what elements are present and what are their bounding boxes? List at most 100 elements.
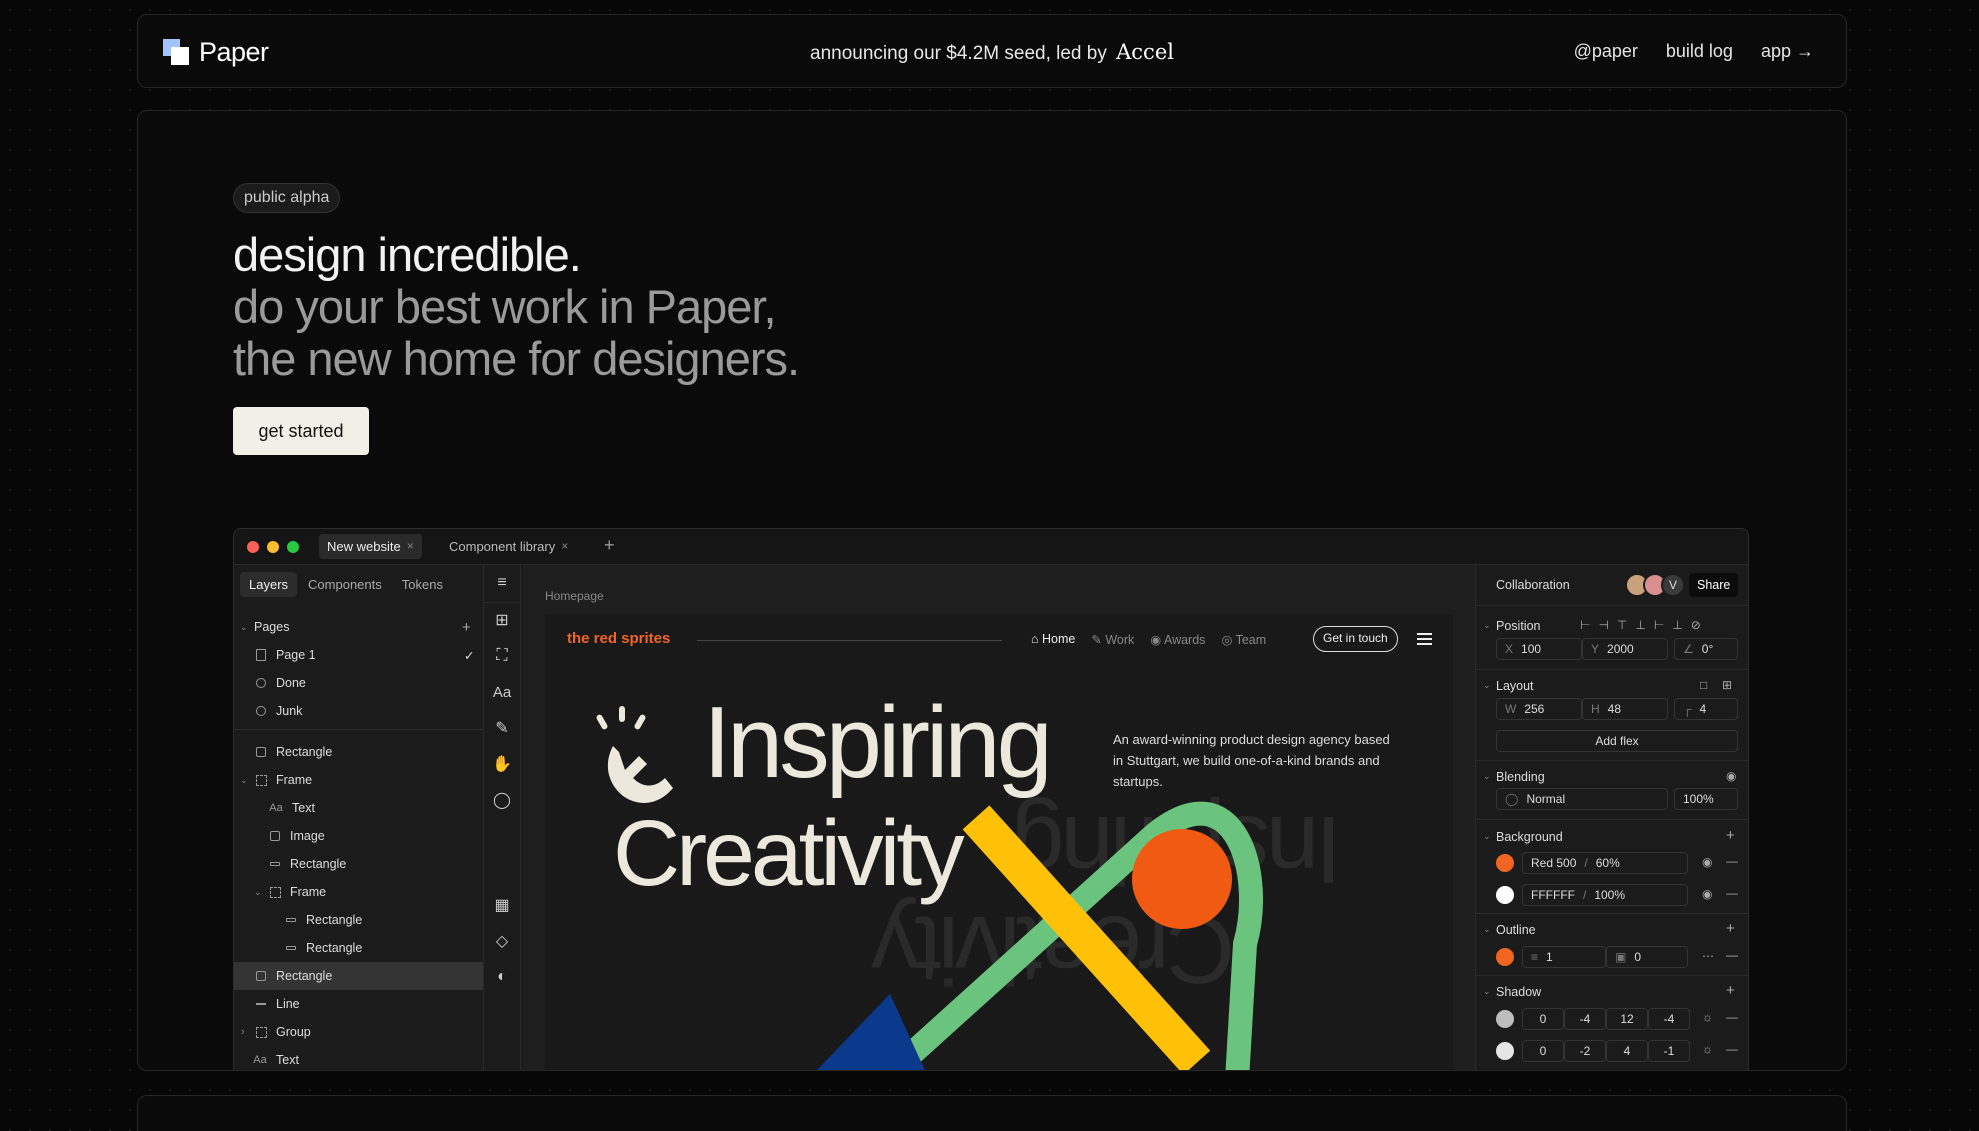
radius-field[interactable]: ┌ 4 (1674, 698, 1738, 720)
chevron-down-icon[interactable]: ⌄ (1483, 771, 1491, 782)
maximize-window-dot[interactable] (287, 541, 299, 553)
tab-tokens[interactable]: Tokens (393, 572, 452, 597)
layer-item[interactable]: ⌄ Frame (234, 878, 483, 906)
remove-fill-icon[interactable]: — (1726, 854, 1738, 868)
shadow-x-field[interactable]: 0 (1522, 1008, 1564, 1030)
shadow-settings-icon[interactable]: ☼ (1702, 1010, 1713, 1024)
visibility-eye-icon[interactable]: ◉ (1726, 769, 1736, 783)
chevron-right-icon[interactable]: › (241, 1026, 245, 1038)
layer-item[interactable]: Rectangle (234, 850, 483, 878)
outline-offset-field[interactable]: ▣ 0 (1606, 946, 1688, 968)
fill-field[interactable]: FFFFFF/100% (1522, 884, 1688, 906)
close-window-dot[interactable] (247, 541, 259, 553)
rotation-field[interactable]: ∠ 0° (1674, 638, 1738, 660)
add-outline-icon[interactable]: + (1726, 920, 1735, 937)
layer-item[interactable]: Line (234, 990, 483, 1018)
layer-item[interactable]: Image (234, 822, 483, 850)
theme-icon[interactable]: ◐ (492, 967, 512, 987)
chevron-down-icon[interactable]: ⌄ (1483, 831, 1491, 842)
layer-item[interactable]: Aa Text (234, 794, 483, 822)
page-item[interactable]: Page 1 ✓ (234, 641, 483, 669)
chevron-down-icon[interactable]: ⌄ (1483, 924, 1491, 935)
layer-item[interactable]: ⌄ Frame (234, 766, 483, 794)
align-icons[interactable]: ⊢⊣⊤⊥⊢⊥⊘ (1580, 618, 1709, 632)
visibility-eye-icon[interactable]: ◉ (1702, 887, 1712, 901)
shadow-x-field[interactable]: 0 (1522, 1040, 1564, 1062)
minimize-window-dot[interactable] (267, 541, 279, 553)
add-page-icon[interactable]: + (462, 619, 471, 636)
remove-shadow-icon[interactable]: — (1726, 1010, 1738, 1024)
layer-item[interactable]: Rectangle (234, 738, 483, 766)
tab-new-website[interactable]: New website × (319, 534, 422, 559)
components-icon[interactable]: ▦ (492, 895, 512, 915)
shadow-blur-field[interactable]: 4 (1606, 1040, 1648, 1062)
pen-tool-icon[interactable]: ✎ (492, 718, 512, 738)
opacity-field[interactable]: 100% (1674, 788, 1738, 810)
chevron-down-icon[interactable]: ⌄ (240, 622, 248, 633)
pages-header[interactable]: ⌄ Pages + (234, 613, 483, 641)
y-field[interactable]: Y 2000 (1582, 638, 1668, 660)
x-field[interactable]: X 100 (1496, 638, 1582, 660)
add-frame-icon[interactable]: ⊞ (492, 610, 512, 630)
outline-width-field[interactable]: ≡ 1 (1522, 946, 1606, 968)
add-tab-icon[interactable]: + (604, 535, 615, 556)
menu-icon[interactable]: ≡ (492, 573, 512, 593)
fill-swatch[interactable] (1496, 854, 1514, 872)
chevron-down-icon[interactable]: ⌄ (240, 775, 248, 786)
website-frame[interactable]: the red sprites ⌂ Home ✎ Work ◉ Awards ◎… (545, 614, 1453, 1070)
visibility-eye-icon[interactable]: ◉ (1702, 855, 1712, 869)
width-field[interactable]: W 256 (1496, 698, 1582, 720)
shadow-y-field[interactable]: -2 (1564, 1040, 1606, 1062)
clip-content-icon[interactable]: □ (1700, 678, 1707, 692)
get-started-button[interactable]: get started (233, 407, 369, 455)
app-link[interactable]: app → (1761, 41, 1814, 62)
build-log-link[interactable]: build log (1666, 41, 1733, 62)
fill-field[interactable]: Red 500/60% (1522, 852, 1688, 874)
text-tool-icon[interactable]: Aa (492, 682, 512, 702)
avatar[interactable]: V (1661, 573, 1685, 597)
shadow-swatch[interactable] (1496, 1042, 1514, 1060)
shadow-swatch[interactable] (1496, 1010, 1514, 1028)
blend-mode-select[interactable]: ◯ Normal (1496, 788, 1668, 810)
close-icon[interactable]: × (561, 534, 568, 559)
collapse-icon[interactable]: ⊞ (1722, 678, 1732, 692)
layer-item-selected[interactable]: Rectangle (234, 962, 483, 990)
add-flex-button[interactable]: Add flex (1496, 730, 1738, 752)
design-canvas[interactable]: Homepage the red sprites ⌂ Home ✎ Work ◉… (522, 565, 1475, 1070)
outline-swatch[interactable] (1496, 948, 1514, 966)
shadow-y-field[interactable]: -4 (1564, 1008, 1606, 1030)
frame-label[interactable]: Homepage (545, 589, 604, 603)
layer-item[interactable]: Rectangle (234, 906, 483, 934)
layer-item[interactable]: Rectangle (234, 934, 483, 962)
hand-tool-icon[interactable]: ✋ (492, 754, 512, 774)
remove-fill-icon[interactable]: — (1726, 886, 1738, 900)
share-button[interactable]: Share (1689, 573, 1739, 597)
component-diamond-icon[interactable]: ◇ (492, 931, 512, 951)
layer-item[interactable]: › Group (234, 1018, 483, 1046)
stroke-style-icon[interactable]: ⋯ (1702, 949, 1714, 963)
frame-tool-icon[interactable]: ⛶ (492, 646, 512, 666)
page-item[interactable]: Junk (234, 697, 483, 725)
tab-components[interactable]: Components (299, 572, 391, 597)
height-field[interactable]: H 48 (1582, 698, 1668, 720)
shadow-settings-icon[interactable]: ☼ (1702, 1042, 1713, 1056)
remove-outline-icon[interactable]: — (1726, 948, 1738, 962)
add-shadow-icon[interactable]: + (1726, 982, 1735, 999)
close-icon[interactable]: × (407, 534, 414, 559)
add-fill-icon[interactable]: + (1726, 827, 1735, 844)
layer-item[interactable]: Aa Text (234, 1046, 483, 1070)
twitter-link[interactable]: @paper (1574, 41, 1638, 62)
chevron-down-icon[interactable]: ⌄ (1483, 680, 1491, 691)
shadow-spread-field[interactable]: -1 (1648, 1040, 1690, 1062)
tab-layers[interactable]: Layers (240, 572, 298, 597)
chevron-down-icon[interactable]: ⌄ (1483, 986, 1491, 997)
chevron-down-icon[interactable]: ⌄ (254, 887, 262, 898)
shadow-spread-field[interactable]: -4 (1648, 1008, 1690, 1030)
tab-component-library[interactable]: Component library × (441, 534, 576, 559)
chevron-down-icon[interactable]: ⌄ (1483, 620, 1491, 631)
comment-tool-icon[interactable]: ◯ (492, 790, 512, 810)
shadow-blur-field[interactable]: 12 (1606, 1008, 1648, 1030)
fill-swatch[interactable] (1496, 886, 1514, 904)
page-item[interactable]: Done (234, 669, 483, 697)
remove-shadow-icon[interactable]: — (1726, 1042, 1738, 1056)
